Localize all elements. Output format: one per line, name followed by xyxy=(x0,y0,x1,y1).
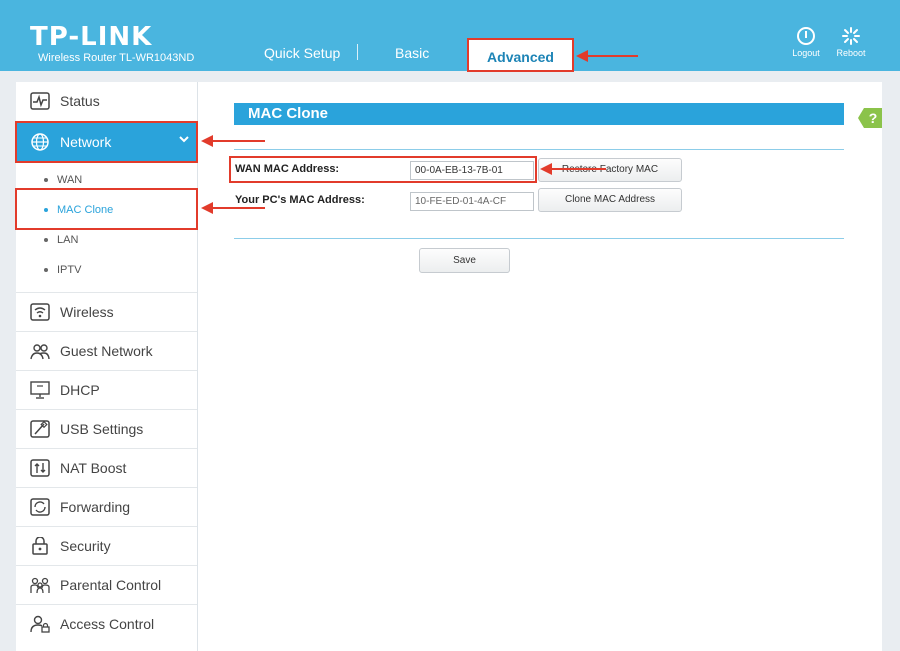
sidebar-item-wireless[interactable]: Wireless xyxy=(16,292,197,331)
sidebar-item-parental-control[interactable]: Parental Control xyxy=(16,565,197,604)
bullet-icon xyxy=(44,238,48,243)
subitem-label: WAN xyxy=(57,174,83,186)
sidebar-item-label: Access Control xyxy=(60,616,155,632)
sidebar-item-forwarding[interactable]: Forwarding xyxy=(16,487,197,526)
help-icon[interactable]: ? xyxy=(858,106,882,130)
sidebar-item-label: USB Settings xyxy=(60,421,144,437)
sidebar-item-label: DHCP xyxy=(60,382,100,398)
lock-icon xyxy=(32,537,48,555)
sidebar-item-label: Forwarding xyxy=(60,499,131,515)
sidebar-subitem-wan[interactable]: WAN xyxy=(44,174,82,186)
power-icon xyxy=(797,27,815,45)
sidebar: Status Network WAN MAC Clone LAN IPTV Wi… xyxy=(16,82,198,651)
router-model: Wireless Router TL-WR1043ND xyxy=(38,52,195,64)
annotation-arrow-advanced xyxy=(576,50,638,62)
sidebar-item-label: Guest Network xyxy=(60,343,153,359)
annotation-arrow-wan-mac xyxy=(540,163,606,175)
nav-divider xyxy=(357,44,358,60)
nav-basic[interactable]: Basic xyxy=(395,45,429,61)
annotation-highlight-wan-mac xyxy=(229,156,537,183)
nat-boost-icon xyxy=(30,459,50,477)
sidebar-item-dhcp[interactable]: DHCP xyxy=(16,370,197,409)
sidebar-item-security[interactable]: Security xyxy=(16,526,197,565)
clone-mac-address-button[interactable]: Clone MAC Address xyxy=(538,188,682,212)
sidebar-item-access-control[interactable]: Access Control xyxy=(16,604,197,643)
section-title: MAC Clone xyxy=(234,103,844,125)
logout-button[interactable]: Logout xyxy=(786,26,826,58)
annotation-highlight-mac-clone xyxy=(15,188,198,230)
reboot-label: Reboot xyxy=(836,48,866,58)
logout-label: Logout xyxy=(792,48,820,58)
user-lock-icon xyxy=(30,615,50,633)
annotation-arrow-network xyxy=(201,135,265,147)
forwarding-icon xyxy=(30,498,50,516)
divider xyxy=(234,149,844,150)
subitem-label: IPTV xyxy=(57,264,82,276)
bullet-icon xyxy=(44,268,48,273)
monitor-share-icon xyxy=(30,381,50,399)
sidebar-subitem-iptv[interactable]: IPTV xyxy=(44,264,81,276)
sidebar-item-label: NAT Boost xyxy=(60,460,127,476)
sidebar-item-guest-network[interactable]: Guest Network xyxy=(16,331,197,370)
pc-mac-field[interactable]: 10-FE-ED-01-4A-CF xyxy=(410,192,534,211)
annotation-highlight-network xyxy=(15,121,198,163)
sidebar-item-usb-settings[interactable]: USB Settings xyxy=(16,409,197,448)
subitem-label: LAN xyxy=(57,234,79,246)
top-header: TP-LINK Wireless Router TL-WR1043ND Quic… xyxy=(0,0,900,72)
sidebar-item-label: Security xyxy=(60,538,111,554)
usb-icon xyxy=(30,420,50,438)
family-icon xyxy=(30,577,50,594)
reboot-button[interactable]: Reboot xyxy=(831,26,871,58)
sidebar-item-label: Wireless xyxy=(60,304,114,320)
wireless-icon xyxy=(30,303,50,321)
divider xyxy=(234,238,844,239)
status-icon xyxy=(30,92,50,110)
nav-advanced[interactable]: Advanced xyxy=(467,38,574,72)
bullet-icon xyxy=(44,178,48,183)
reboot-icon xyxy=(842,27,860,45)
sidebar-subitem-lan[interactable]: LAN xyxy=(44,234,78,246)
nav-quick-setup[interactable]: Quick Setup xyxy=(264,45,340,61)
guest-users-icon xyxy=(30,344,50,360)
sidebar-item-status[interactable]: Status xyxy=(16,82,197,121)
sidebar-item-nat-boost[interactable]: NAT Boost xyxy=(16,448,197,487)
tp-link-logo: TP-LINK xyxy=(30,22,153,52)
sidebar-item-label: Parental Control xyxy=(60,577,162,593)
annotation-arrow-mac-clone xyxy=(201,202,265,214)
sidebar-item-label: Status xyxy=(60,93,100,109)
save-button[interactable]: Save xyxy=(419,248,510,273)
help-glyph: ? xyxy=(869,110,878,126)
